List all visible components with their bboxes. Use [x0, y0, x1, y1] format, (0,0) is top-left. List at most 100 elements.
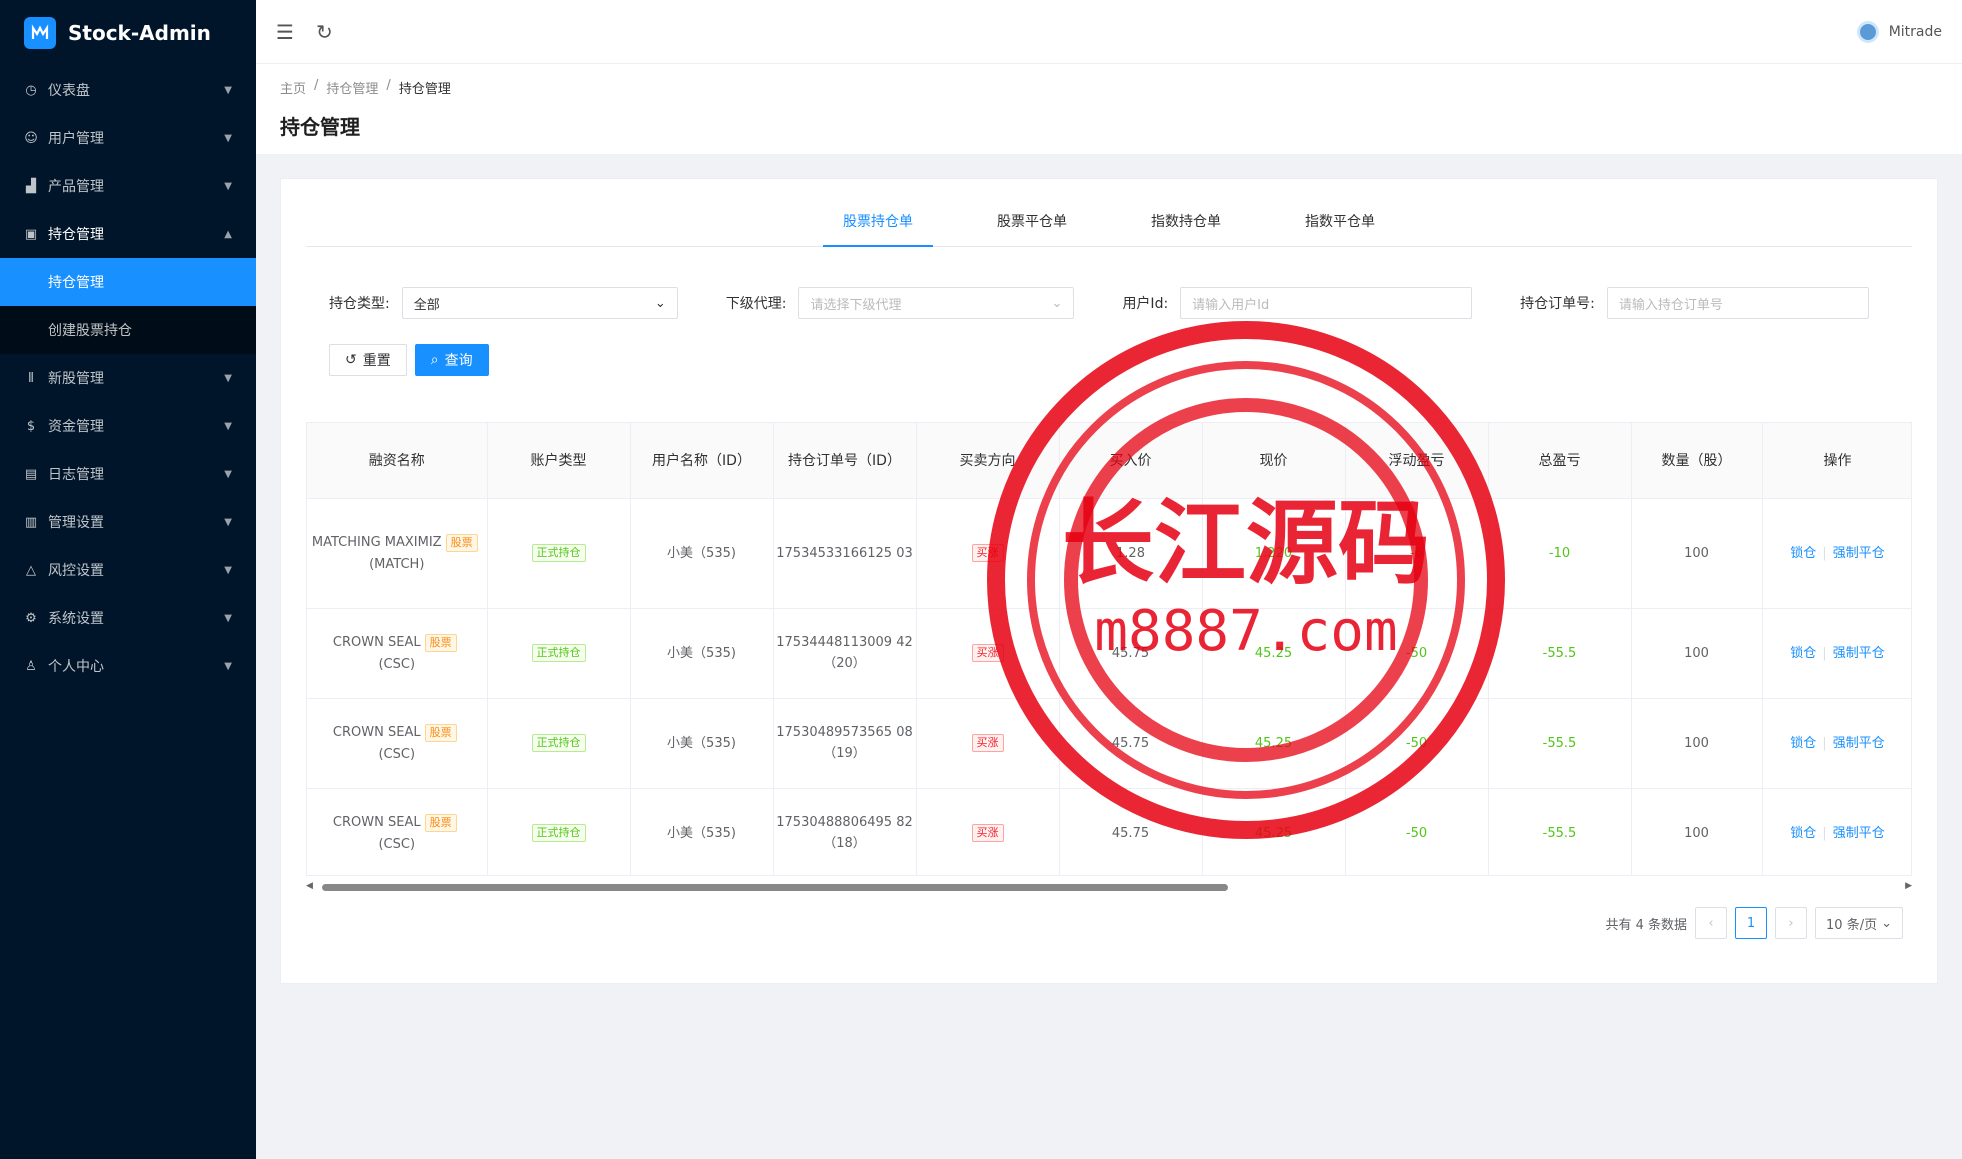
app-title: Stock-Admin	[68, 21, 211, 45]
cell-name: CROWN SEAL 股票 (CSC)	[307, 608, 488, 699]
user-icon: ♙	[25, 658, 37, 674]
reset-icon: ↺	[345, 352, 357, 368]
cell-name: CROWN SEAL 股票 (CSC)	[307, 788, 488, 875]
cell-account: 正式持仓	[487, 498, 631, 609]
cell-buy-price: 45.75	[1059, 608, 1203, 699]
order-input[interactable]: 请输入持仓订单号	[1606, 287, 1869, 319]
money-icon: $	[26, 418, 36, 434]
menu-fold-icon[interactable]: ☰	[276, 20, 294, 44]
account-tag: 正式持仓	[531, 824, 586, 842]
chevron-down-icon: ▼	[224, 516, 232, 528]
sidebar-item-funds[interactable]: $ 资金管理 ▼	[0, 402, 256, 450]
breadcrumb-home[interactable]: 主页	[280, 78, 306, 97]
tab-stock-closed[interactable]: 股票平仓单	[977, 209, 1087, 247]
tab-stock-positions[interactable]: 股票持仓单	[823, 209, 933, 247]
warning-icon: △	[26, 562, 36, 578]
direction-tag: 买涨	[971, 734, 1004, 752]
cell-current: 45.25	[1202, 698, 1346, 789]
sidebar-item-logs[interactable]: ▤ 日志管理 ▼	[0, 450, 256, 498]
sidebar-item-admin-settings[interactable]: ▥ 管理设置 ▼	[0, 498, 256, 546]
prev-page-button[interactable]: ‹	[1695, 907, 1728, 939]
sidebar-item-system[interactable]: ⚙ 系统设置 ▼	[0, 594, 256, 642]
position-type-select[interactable]: 全部 ⌄	[401, 287, 678, 319]
stock-code: (CSC)	[378, 746, 416, 762]
sidebar-item-positions[interactable]: ▣ 持仓管理 ▲	[0, 210, 256, 258]
chevron-down-icon: ▼	[224, 564, 232, 576]
lock-button[interactable]: 锁仓	[1790, 826, 1816, 841]
tab-index-positions[interactable]: 指数持仓单	[1131, 209, 1241, 247]
sidebar-item-users[interactable]: ☺ 用户管理 ▼	[0, 114, 256, 162]
logo-icon	[24, 17, 56, 49]
reset-button[interactable]: ↺ 重置	[329, 344, 407, 376]
agent-select[interactable]: 请选择下级代理 ⌄	[798, 287, 1075, 319]
position-tabs: 股票持仓单 股票平仓单 指数持仓单 指数平仓单	[306, 209, 1912, 247]
cell-actions: 锁仓 | 强制平仓	[1762, 498, 1911, 609]
logo[interactable]: Stock-Admin	[0, 0, 256, 66]
table-header: 融资名称 账户类型 用户名称（ID） 持仓订单号（ID） 买卖方向 买入价 现价…	[307, 423, 1911, 499]
refresh-icon[interactable]: ↻	[316, 20, 333, 44]
force-close-button[interactable]: 强制平仓	[1833, 826, 1885, 841]
page-1-button[interactable]: 1	[1735, 907, 1768, 939]
breadcrumb-positions[interactable]: 持仓管理	[326, 78, 378, 97]
username: Mitrade	[1888, 23, 1942, 40]
cell-qty: 100	[1631, 608, 1763, 699]
col-actions: 操作	[1762, 423, 1911, 499]
cell-direction: 买涨	[916, 698, 1060, 789]
sidebar-item-dashboard[interactable]: ◷ 仪表盘 ▼	[0, 66, 256, 114]
sidebar-item-risk[interactable]: △ 风控设置 ▼	[0, 546, 256, 594]
cell-name: MATCHING MAXIMIZ 股票 (MATCH)	[307, 498, 488, 609]
table-scrollbar[interactable]: ◀ ▶	[306, 881, 1912, 893]
force-close-button[interactable]: 强制平仓	[1833, 546, 1885, 561]
scroll-thumb[interactable]	[322, 884, 1228, 891]
page-header: 主页 / 持仓管理 / 持仓管理 持仓管理	[256, 64, 1962, 154]
lock-button[interactable]: 锁仓	[1790, 646, 1816, 661]
lock-button[interactable]: 锁仓	[1790, 546, 1816, 561]
content-card: 股票持仓单 股票平仓单 指数持仓单 指数平仓单 持仓类型: 全部 ⌄ 下级代理: …	[280, 178, 1938, 984]
sidebar-item-ipo[interactable]: ⦀ 新股管理 ▼	[0, 354, 256, 402]
cell-actions: 锁仓 | 强制平仓	[1762, 608, 1911, 699]
stock-name: CROWN SEAL	[332, 814, 421, 830]
cell-actions: 锁仓 | 强制平仓	[1762, 788, 1911, 875]
col-name: 融资名称	[307, 423, 488, 499]
scroll-right-icon[interactable]: ▶	[1905, 881, 1912, 891]
userid-input[interactable]: 请输入用户Id	[1180, 287, 1473, 319]
search-icon: ⌕	[430, 352, 439, 368]
col-direction: 买卖方向	[916, 423, 1060, 499]
direction-tag: 买涨	[971, 544, 1004, 562]
chevron-left-icon: ‹	[1708, 915, 1714, 931]
account-tag: 正式持仓	[531, 734, 586, 752]
cell-qty: 100	[1631, 498, 1763, 609]
cell-account: 正式持仓	[487, 608, 631, 699]
stock-name: CROWN SEAL	[332, 724, 421, 740]
account-tag: 正式持仓	[531, 544, 586, 562]
chart-icon: ▟	[26, 178, 36, 194]
query-button[interactable]: ⌕ 查询	[414, 344, 489, 376]
col-buy-price: 买入价	[1059, 423, 1203, 499]
next-page-button[interactable]: ›	[1775, 907, 1808, 939]
log-icon: ▤	[24, 466, 38, 482]
stock-code: (CSC)	[378, 836, 416, 852]
scroll-left-icon[interactable]: ◀	[306, 881, 313, 891]
lock-button[interactable]: 锁仓	[1790, 736, 1816, 751]
page-size-select[interactable]: 10 条/页 ⌄	[1815, 907, 1903, 939]
pagination: 共有 4 条数据 ‹ 1 › 10 条/页 ⌄	[1605, 907, 1903, 939]
direction-tag: 买涨	[971, 644, 1004, 662]
sidebar-subitem-position-manage[interactable]: 持仓管理	[0, 258, 256, 306]
cell-user: 小美（535)	[630, 498, 774, 609]
agent-label: 下级代理:	[725, 296, 787, 312]
cell-float-pl: -50	[1345, 698, 1489, 789]
chevron-down-icon: ▼	[224, 612, 232, 624]
tab-index-closed[interactable]: 指数平仓单	[1285, 209, 1395, 247]
sidebar-item-products[interactable]: ▟ 产品管理 ▼	[0, 162, 256, 210]
cell-account: 正式持仓	[487, 788, 631, 875]
cell-total-pl: -55.5	[1488, 608, 1632, 699]
force-close-button[interactable]: 强制平仓	[1833, 646, 1885, 661]
sidebar-item-profile[interactable]: ♙ 个人中心 ▼	[0, 642, 256, 690]
filter-bar: 持仓类型: 全部 ⌄ 下级代理: 请选择下级代理 ⌄ 用户Id: 请输入用户Id 持…	[329, 287, 1869, 319]
force-close-button[interactable]: 强制平仓	[1833, 736, 1885, 751]
chevron-down-icon: ▼	[224, 132, 232, 144]
cell-qty: 100	[1631, 698, 1763, 789]
sidebar-subitem-create-stock-position[interactable]: 创建股票持仓	[0, 306, 256, 354]
sidebar: Stock-Admin ◷ 仪表盘 ▼ ☺ 用户管理 ▼ ▟ 产品管理 ▼ ▣ 持仓管理 ▲ 持…	[0, 0, 256, 1159]
user-menu[interactable]: Mitrade	[1856, 20, 1942, 43]
